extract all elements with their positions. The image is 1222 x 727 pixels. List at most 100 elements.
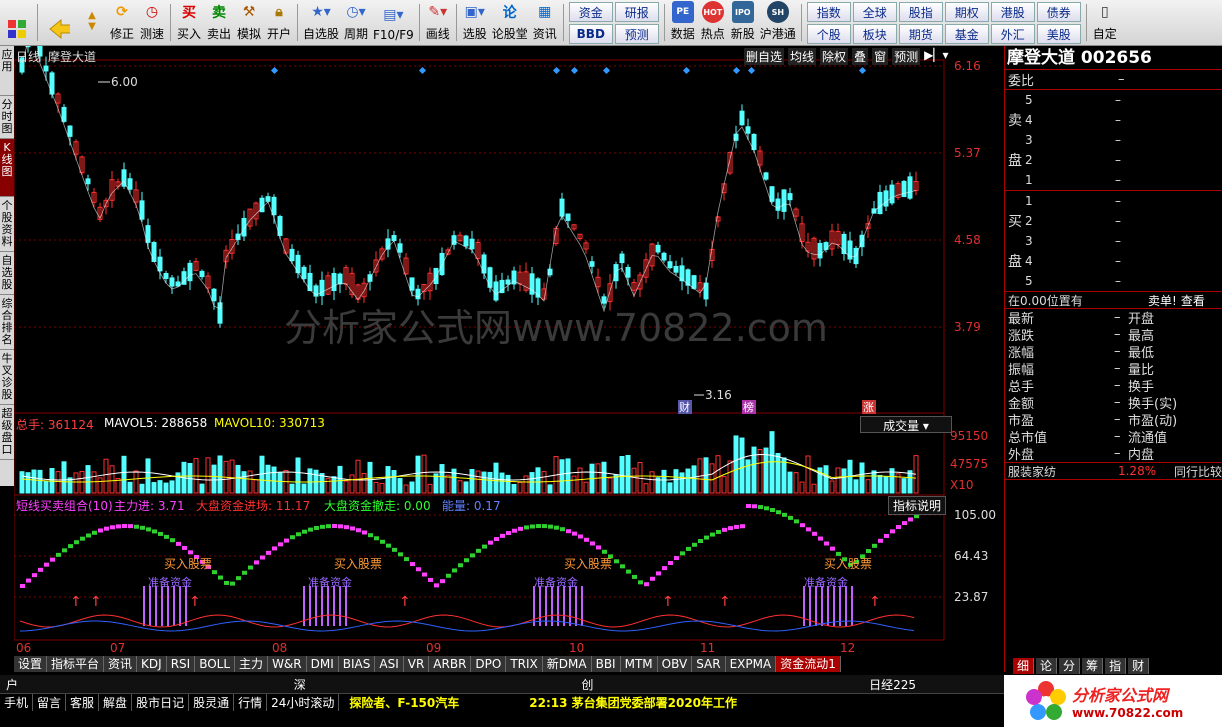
layout-button[interactable] [0, 0, 34, 45]
indicator-tab-9[interactable]: BIAS [338, 656, 376, 672]
quote-tab-4[interactable]: 指 [1105, 658, 1127, 674]
mid-grid-item-0[interactable]: 资金 [568, 2, 613, 22]
market-grid-item-10[interactable]: 外汇 [990, 24, 1035, 44]
indicator-tab-12[interactable]: ARBR [429, 656, 472, 672]
service-item-7[interactable]: 24小时滚动 [267, 694, 340, 711]
buy-button[interactable]: 买买入 [174, 0, 204, 45]
sell-button[interactable]: 卖卖出 [204, 0, 234, 45]
event-diamond[interactable] [858, 66, 867, 75]
market-grid-item-11[interactable]: 美股 [1036, 24, 1081, 44]
custom-button[interactable]: ▯ 自定 [1090, 0, 1120, 45]
event-diamond[interactable] [570, 66, 579, 75]
chart-header-btn-3[interactable]: 叠 [852, 48, 869, 65]
indicator-tab-16[interactable]: BBI [591, 656, 621, 672]
indicator-tab-19[interactable]: SAR [692, 656, 726, 672]
mid-grid-item-3[interactable]: 预测 [614, 24, 659, 44]
market-grid-item-4[interactable]: 港股 [990, 2, 1035, 22]
event-diamond[interactable] [732, 66, 741, 75]
index-item-2[interactable]: 创 [575, 676, 599, 693]
indicator-tab-20[interactable]: EXPMA [725, 656, 777, 672]
toolbar-btn-0[interactable]: ⟳ 修正 [107, 0, 137, 45]
left-tab-3[interactable]: 个股资料 [0, 197, 14, 252]
event-diamond[interactable] [682, 66, 691, 75]
left-tab-5[interactable]: 综合排名 [0, 295, 14, 350]
quote-tab-5[interactable]: 财 [1128, 658, 1150, 674]
indicator-tab-4[interactable]: RSI [166, 656, 196, 672]
service-item-4[interactable]: 股市日记 [132, 694, 190, 711]
market-grid-item-7[interactable]: 板块 [852, 24, 897, 44]
quote-tab-3[interactable]: 筹 [1082, 658, 1104, 674]
hot-button[interactable]: HOT 热点 [698, 0, 728, 45]
chart-header-btn-0[interactable]: 删自选 [744, 48, 785, 65]
indicator-tab-1[interactable]: 指标平台 [47, 656, 105, 672]
news-ticker-2[interactable]: 22:13 茅台集团党委部署2020年工作 [469, 694, 797, 711]
market-grid-item-8[interactable]: 期货 [898, 24, 943, 44]
simulate-button[interactable]: ⚒ 模拟 [234, 0, 264, 45]
event-diamond[interactable] [552, 66, 561, 75]
event-tag-label[interactable]: 财 [679, 400, 690, 414]
left-tab-2[interactable]: K线图 [0, 139, 14, 197]
event-tag-label[interactable]: 涨 [863, 401, 874, 414]
market-grid-item-9[interactable]: 基金 [944, 24, 989, 44]
market-grid-item-1[interactable]: 全球 [852, 2, 897, 22]
sh-hk-button[interactable]: SH 沪港通 [758, 0, 798, 45]
left-tab-6[interactable]: 牛叉诊股 [0, 350, 14, 405]
toolbar-btn-1[interactable]: ◷ 测速 [137, 0, 167, 45]
left-tab-4[interactable]: 自选股 [0, 252, 14, 295]
draw-line-button[interactable]: ✎▾ 画线 [423, 0, 453, 45]
industry-name[interactable]: 服装家纺 [1008, 463, 1118, 480]
watchlist-button[interactable]: ★▾ 自选股 [301, 0, 341, 45]
indicator-tab-8[interactable]: DMI [306, 656, 339, 672]
service-item-1[interactable]: 留言 [33, 694, 67, 711]
service-item-0[interactable]: 手机 [0, 694, 34, 711]
indicator-tab-7[interactable]: W&R [268, 656, 307, 672]
stock-screen-button[interactable]: ▣▾ 选股 [460, 0, 490, 45]
news-button[interactable]: ▦ 资讯 [530, 0, 560, 45]
forum-button[interactable]: 论论股堂 [490, 0, 530, 45]
service-item-6[interactable]: 行情 [234, 694, 268, 711]
chart-header-btn-4[interactable]: 窗 [872, 48, 889, 65]
mid-grid-item-2[interactable]: BBD [568, 24, 613, 44]
left-tab-7[interactable]: 超级盘口 [0, 405, 14, 460]
indicator-tab-17[interactable]: MTM [620, 656, 658, 672]
index-item-3[interactable]: 日经225 [863, 676, 922, 693]
chart-header-btn-2[interactable]: 除权 [820, 48, 849, 65]
chart-header-btn-5[interactable]: 预测 [892, 48, 921, 65]
indicator-tab-10[interactable]: ASI [375, 656, 404, 672]
indicator-tab-21[interactable]: 资金流动1 [776, 656, 841, 672]
back-button[interactable] [41, 0, 77, 45]
event-diamond[interactable] [602, 66, 611, 75]
indicator-tab-0[interactable]: 设置 [14, 656, 48, 672]
indicator-tab-18[interactable]: OBV [657, 656, 693, 672]
quote-tab-2[interactable]: 分 [1059, 658, 1081, 674]
quote-tab-1[interactable]: 论 [1036, 658, 1058, 674]
index-item-0[interactable]: 户 [0, 676, 24, 693]
indicator-tab-3[interactable]: KDJ [137, 656, 167, 672]
index-item-1[interactable]: 深 [288, 676, 312, 693]
left-tab-1[interactable]: 分时图 [0, 96, 14, 139]
quote-tab-0[interactable]: 细 [1013, 658, 1035, 674]
market-grid-item-0[interactable]: 指数 [806, 2, 851, 22]
period-button[interactable]: ◷▾ 周期 [341, 0, 371, 45]
indicator-tab-15[interactable]: 新DMA [542, 656, 592, 672]
event-diamond[interactable] [747, 66, 756, 75]
market-grid-item-5[interactable]: 债券 [1036, 2, 1081, 22]
left-tab-0[interactable]: 应用 [0, 46, 14, 96]
indicator-tab-5[interactable]: BOLL [195, 656, 236, 672]
news-ticker-1[interactable]: 探险者、F-150汽车 [339, 694, 469, 711]
mid-grid-item-1[interactable]: 研报 [614, 2, 659, 22]
compare-link[interactable]: 同行比较 [1174, 463, 1222, 480]
f10-button[interactable]: ▤▾ F10/F9 [371, 0, 416, 45]
volume-select[interactable]: 成交量 ▾ [860, 416, 952, 433]
sell-order-link[interactable]: 卖单! [1148, 292, 1177, 309]
event-diamond[interactable] [270, 66, 279, 75]
view-link[interactable]: 查看 [1181, 292, 1205, 309]
updown-button[interactable]: ▲ ▼ [77, 0, 107, 45]
chart-header-btn-1[interactable]: 均线 [788, 48, 817, 65]
event-diamond[interactable] [418, 66, 427, 75]
open-account-button[interactable]: 🔒︎ 开户 [264, 0, 294, 45]
indicator-tab-14[interactable]: TRIX [506, 656, 543, 672]
indicator-tab-2[interactable]: 资讯 [104, 656, 138, 672]
market-grid-item-2[interactable]: 股指 [898, 2, 943, 22]
service-item-3[interactable]: 解盘 [99, 694, 133, 711]
